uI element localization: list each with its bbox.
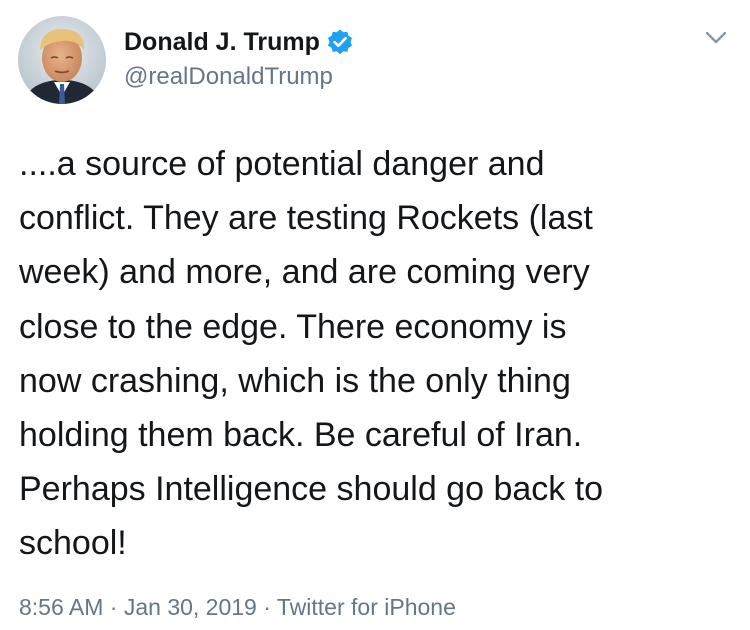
tweet-text-line: now crashing, which is the only thing	[19, 361, 571, 400]
author-name-row: Donald J. Trump	[124, 24, 354, 60]
display-name[interactable]: Donald J. Trump	[124, 24, 320, 60]
tweet-text-line: conflict. They are testing Rockets (last	[19, 199, 593, 238]
meta-separator: ·	[103, 594, 124, 620]
tweet-metadata: 8:56 AM · Jan 30, 2019 · Twitter for iPh…	[19, 589, 456, 625]
tweet-card: Donald J. Trump @realDonaldTrump ....a s…	[0, 0, 750, 630]
tweet-source[interactable]: Twitter for iPhone	[277, 594, 456, 620]
tweet-text-line: week) and more, and are coming very	[19, 253, 590, 292]
tweet-text-line: close to the edge. There economy is	[19, 307, 567, 346]
avatar-image	[18, 16, 106, 104]
tweet-text: ....a source of potential danger and con…	[19, 137, 734, 571]
username-handle[interactable]: @realDonaldTrump	[124, 60, 333, 94]
avatar[interactable]	[18, 16, 106, 104]
meta-separator: ·	[256, 594, 277, 620]
chevron-down-icon[interactable]	[702, 28, 730, 48]
tweet-date[interactable]: Jan 30, 2019	[124, 594, 257, 620]
tweet-text-line: ....a source of potential danger and	[19, 145, 545, 183]
tweet-text-line: Perhaps Intelligence should go back to	[19, 470, 604, 509]
tweet-time[interactable]: 8:56 AM	[19, 594, 103, 620]
tweet-text-line: school!	[19, 524, 127, 563]
tweet-text-line: holding them back. Be careful of Iran.	[19, 416, 583, 455]
verified-badge-icon	[326, 28, 354, 56]
